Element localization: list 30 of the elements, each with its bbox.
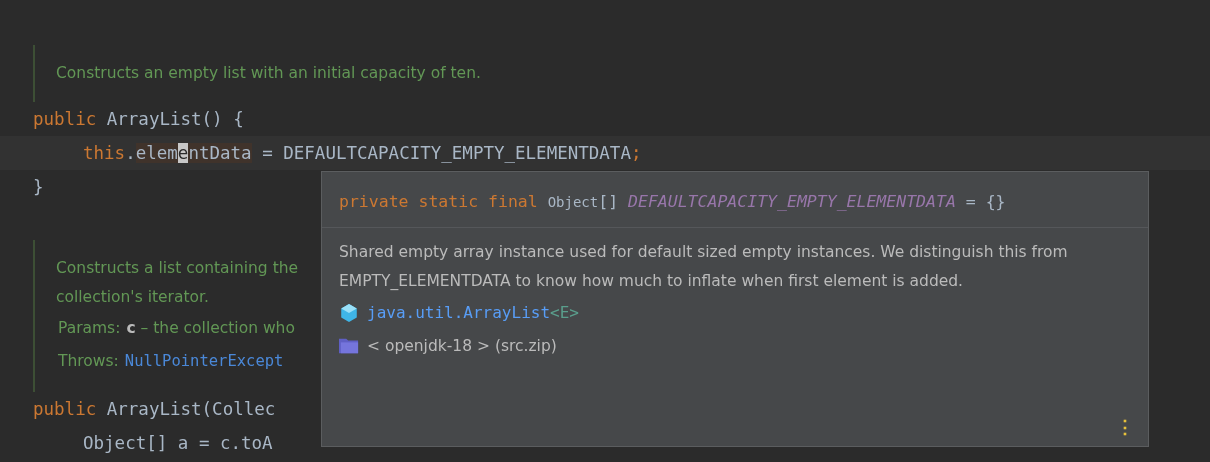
more-options-button[interactable]: ⋮ [1114, 416, 1136, 438]
doc-comment: Constructs a list containing the [56, 259, 299, 277]
code-text: . [125, 143, 136, 163]
code-keyword: this [83, 143, 126, 163]
description-text: Shared empty array instance used for default sized empty instances. We distinguish this from EMPTY_ELEMENTDATA to know how much to inflate when first element is added. [339, 242, 1069, 292]
code-keyword: public [33, 109, 97, 129]
code-keyword: private static final [339, 192, 539, 211]
code-identifier: elem [135, 143, 178, 163]
param-description: c – the collection who [126, 319, 295, 337]
doc-comment: Constructs an empty list with an initial capacity of ten. [56, 64, 481, 82]
class-link[interactable]: java.util.ArrayList<E> [367, 303, 579, 322]
cube-icon [339, 302, 359, 323]
doc-tag-label: Throws: [58, 352, 119, 370]
code-text: } [33, 177, 44, 197]
code-text: = {} [964, 192, 1006, 211]
constant-name: DEFAULTCAPACITY_EMPTY_ELEMENTDATA [628, 192, 956, 211]
type-name: Object [547, 194, 599, 210]
code-keyword: public [33, 399, 97, 419]
text-cursor: e [177, 143, 189, 163]
library-label: < openjdk-18 > (src.zip) [367, 336, 557, 355]
code-keyword: ; [630, 143, 642, 163]
code-identifier: ntData [188, 143, 252, 163]
doc-tag-label: Params: [58, 319, 121, 337]
code-text: Object[] a = c.toA [83, 433, 273, 453]
code-text: [] [598, 192, 620, 211]
code-text: ArrayList(Collec [105, 399, 276, 419]
code-text: ArrayList() { [105, 109, 244, 129]
doc-comment: collection's iterator. [56, 288, 209, 306]
exception-link[interactable]: NullPointerExcept [124, 352, 284, 370]
code-text: = DEFAULTCAPACITY_EMPTY_ELEMENTDATA [261, 143, 631, 163]
